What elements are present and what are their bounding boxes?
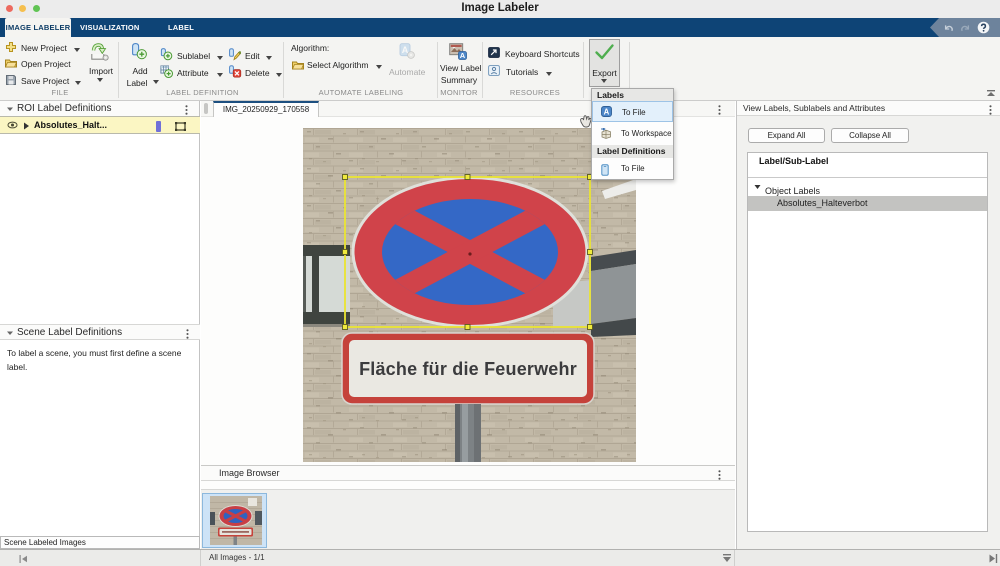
- svg-text:A: A: [402, 45, 409, 55]
- svg-text:A: A: [460, 51, 466, 60]
- svg-text:Fläche für die Feuerwehr: Fläche für die Feuerwehr: [359, 359, 577, 379]
- svg-text:A: A: [604, 107, 610, 116]
